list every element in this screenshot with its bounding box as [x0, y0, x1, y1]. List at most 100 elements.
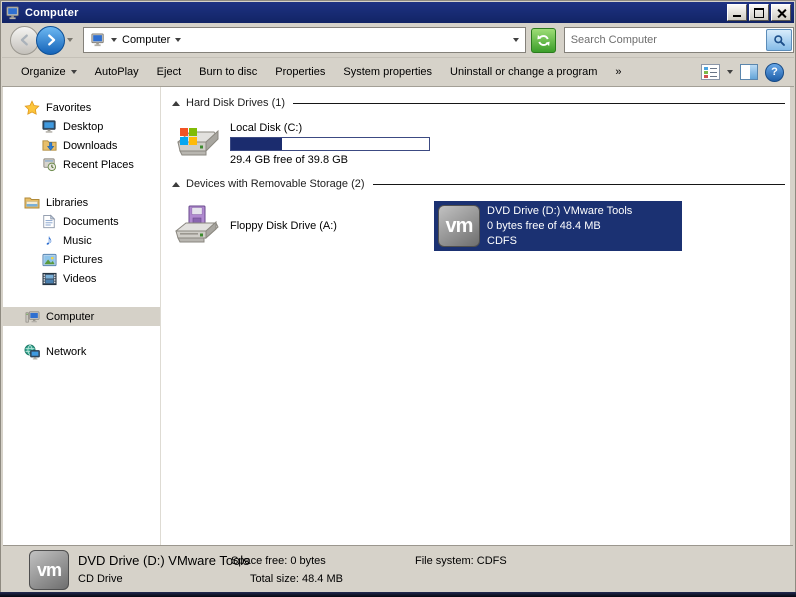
system-properties-button[interactable]: System properties: [334, 63, 441, 81]
address-segment[interactable]: Computer: [122, 34, 170, 46]
sidebar-item-desktop[interactable]: Desktop: [3, 117, 160, 136]
sidebar-item-computer[interactable]: Computer: [3, 307, 160, 326]
group-header-rule: [373, 184, 785, 185]
search-button[interactable]: [766, 29, 792, 51]
sidebar-label: Libraries: [46, 197, 88, 209]
drive-item-floppy[interactable]: Floppy Disk Drive (A:): [172, 201, 434, 251]
change-view-icon[interactable]: [701, 64, 720, 80]
drive-name: Floppy Disk Drive (A:): [230, 220, 337, 232]
properties-label: Properties: [275, 66, 325, 78]
recent-pages-chevron-icon[interactable]: [67, 38, 73, 42]
sidebar-spacer: [3, 326, 160, 342]
items-view[interactable]: Hard Disk Drives (1) Local Disk (C:) 29.…: [162, 87, 790, 546]
sidebar-label: Pictures: [63, 254, 103, 266]
details-total-size: Total size: 48.4 MB: [250, 573, 343, 585]
organize-button[interactable]: Organize: [12, 63, 86, 81]
eject-label: Eject: [157, 66, 181, 78]
overflow-chevron-icon: »: [615, 66, 621, 78]
disk-usage-bar: [230, 137, 430, 151]
address-bar[interactable]: Computer: [83, 27, 526, 53]
sidebar-item-recent-places[interactable]: Recent Places: [3, 155, 160, 174]
sidebar-item-documents[interactable]: Documents: [3, 212, 160, 231]
window-title: Computer: [25, 7, 79, 19]
sidebar-label: Music: [63, 235, 92, 247]
sidebar-item-music[interactable]: ♪ Music: [3, 231, 160, 250]
address-root-caret-icon[interactable]: [111, 38, 117, 42]
group-header-rule: [293, 103, 785, 104]
group-header-removable[interactable]: Devices with Removable Storage (2): [172, 178, 787, 190]
desktop-icon: [41, 119, 57, 135]
navigation-pane: Favorites Desktop Downloads Recent Place…: [3, 87, 161, 546]
field-label: Space free:: [231, 555, 287, 567]
maximize-icon: [754, 8, 764, 18]
autoplay-button[interactable]: AutoPlay: [86, 63, 148, 81]
window-bottom-edge: [0, 592, 796, 597]
drive-filesystem: CDFS: [487, 234, 632, 249]
group-header-hard-disks[interactable]: Hard Disk Drives (1): [172, 97, 787, 109]
navigation-bar: Computer: [2, 23, 794, 58]
sidebar-label: Documents: [63, 216, 119, 228]
minimize-button[interactable]: [727, 4, 747, 21]
address-segment-caret-icon[interactable]: [175, 38, 181, 42]
burn-label: Burn to disc: [199, 66, 257, 78]
details-media-type: CD Drive: [78, 573, 123, 585]
collapse-arrow-icon[interactable]: [172, 182, 180, 187]
floppy-drive-icon: [172, 203, 222, 249]
sidebar-label: Videos: [63, 273, 96, 285]
details-title: DVD Drive (D:) VMware Tools: [78, 553, 250, 568]
command-bar: Organize AutoPlay Eject Burn to disc Pro…: [2, 58, 794, 87]
back-button[interactable]: [10, 26, 39, 55]
properties-button[interactable]: Properties: [266, 63, 334, 81]
uninstall-label: Uninstall or change a program: [450, 66, 597, 78]
sidebar-label: Recent Places: [63, 159, 134, 171]
sidebar-spacer: [3, 174, 160, 193]
burn-to-disc-button[interactable]: Burn to disc: [190, 63, 266, 81]
system-properties-label: System properties: [343, 66, 432, 78]
sidebar-item-libraries[interactable]: Libraries: [3, 193, 160, 212]
sidebar-item-downloads[interactable]: Downloads: [3, 136, 160, 155]
minimize-icon: [733, 15, 741, 17]
sidebar-item-network[interactable]: Network: [3, 342, 160, 361]
change-view-caret-icon[interactable]: [727, 70, 733, 74]
maximize-button[interactable]: [749, 4, 769, 21]
drive-name: Local Disk (C:): [230, 122, 430, 134]
sidebar-item-favorites[interactable]: Favorites: [3, 98, 160, 117]
search-input[interactable]: [565, 34, 766, 46]
search-icon: [773, 34, 786, 47]
help-icon[interactable]: ?: [765, 63, 784, 82]
close-button[interactable]: [771, 4, 791, 21]
organize-label: Organize: [21, 66, 66, 78]
address-history-caret-icon[interactable]: [513, 38, 519, 42]
sidebar-label: Desktop: [63, 121, 103, 133]
forward-arrow-icon: [44, 33, 58, 47]
title-bar[interactable]: Computer: [2, 2, 794, 23]
close-icon: [777, 8, 786, 17]
details-file-system: File system: CDFS: [415, 555, 507, 567]
field-value: 48.4 MB: [302, 573, 343, 585]
forward-button[interactable]: [36, 26, 65, 55]
eject-button[interactable]: Eject: [148, 63, 190, 81]
sidebar-spacer: [3, 288, 160, 307]
vmware-logo-icon: vm: [29, 550, 69, 590]
field-value: 0 bytes: [290, 555, 325, 567]
documents-icon: [41, 214, 57, 230]
drive-item-dvd-selected[interactable]: vm DVD Drive (D:) VMware Tools 0 bytes f…: [434, 201, 682, 251]
refresh-button[interactable]: [531, 28, 555, 53]
autoplay-label: AutoPlay: [95, 66, 139, 78]
collapse-arrow-icon[interactable]: [172, 101, 180, 106]
preview-pane-icon[interactable]: [740, 64, 758, 80]
refresh-icon: [536, 33, 551, 48]
vmware-logo-icon: vm: [438, 205, 480, 247]
search-box[interactable]: [564, 27, 794, 53]
drive-item-local-disk[interactable]: Local Disk (C:) 29.4 GB free of 39.8 GB: [172, 120, 787, 166]
address-computer-icon: [90, 32, 106, 48]
uninstall-program-button[interactable]: Uninstall or change a program: [441, 63, 606, 81]
sidebar-item-videos[interactable]: Videos: [3, 269, 160, 288]
star-icon: [24, 100, 40, 116]
sidebar-item-pictures[interactable]: Pictures: [3, 250, 160, 269]
window-computer-icon: [5, 5, 21, 21]
group-header-label: Hard Disk Drives (1): [186, 97, 285, 109]
details-space-free: Space free: 0 bytes: [231, 555, 326, 567]
toolbar-overflow-button[interactable]: »: [606, 63, 630, 81]
libraries-icon: [24, 195, 40, 211]
